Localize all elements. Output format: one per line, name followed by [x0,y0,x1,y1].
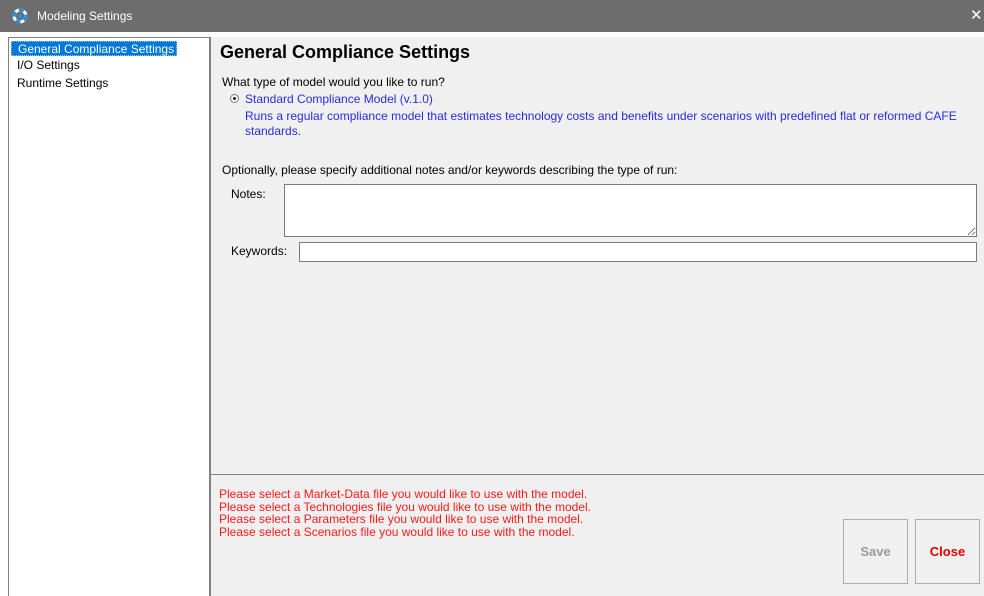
sidebar-item-runtime-settings[interactable]: Runtime Settings [11,76,110,91]
keywords-label: Keywords: [231,244,288,258]
window-title: Modeling Settings [37,9,133,23]
settings-nav-list[interactable]: General Compliance Settings I/O Settings… [8,37,210,596]
validation-messages: Please select a Market-Data file you wou… [219,488,591,538]
model-type-question: What type of model would you like to run… [222,75,445,89]
model-option-description: Runs a regular compliance model that est… [245,109,957,138]
validation-message: Please select a Parameters file you woul… [219,512,584,526]
validation-message: Please select a Scenarios file you would… [219,524,575,539]
notes-field[interactable] [284,184,977,237]
settings-content-panel: General Compliance Settings What type of… [210,37,984,474]
radio-button[interactable] [230,94,239,103]
modeling-settings-window: Modeling Settings ✕ General Compliance S… [0,0,984,596]
page-title: General Compliance Settings [220,42,471,62]
status-panel: Please select a Market-Data file you wou… [210,474,984,596]
notes-label: Notes: [231,187,266,201]
optional-notes-instructions: Optionally, please specify additional no… [222,163,678,177]
sidebar-item-io-settings[interactable]: I/O Settings [11,58,82,73]
save-button[interactable]: Save [843,519,908,584]
sidebar-item-general-compliance[interactable]: General Compliance Settings [11,41,178,56]
validation-message: Please select a Market-Data file you wou… [219,487,588,501]
close-button[interactable]: Close [915,519,980,584]
title-bar[interactable]: Modeling Settings ✕ [0,0,984,32]
gear-app-icon [12,8,28,24]
model-option-label[interactable]: Standard Compliance Model (v.1.0) [245,92,433,106]
close-icon[interactable]: ✕ [970,0,984,32]
keywords-field[interactable] [299,242,977,262]
